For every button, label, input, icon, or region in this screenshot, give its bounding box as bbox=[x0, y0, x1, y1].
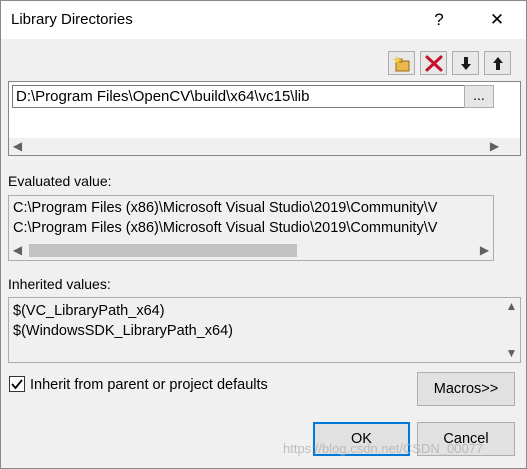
browse-button[interactable]: ... bbox=[464, 85, 494, 108]
checkmark-icon bbox=[11, 379, 23, 390]
move-up-button[interactable] bbox=[484, 51, 511, 75]
move-down-icon bbox=[461, 57, 471, 70]
move-up-icon bbox=[493, 57, 503, 70]
scroll-up-icon[interactable]: ▲ bbox=[503, 298, 520, 315]
macros-button-label: Macros>> bbox=[433, 381, 499, 397]
evaluated-line: C:\Program Files (x86)\Microsoft Visual … bbox=[13, 200, 438, 216]
watermark: https://blog.csdn.net/CSDN_00077 bbox=[283, 441, 484, 456]
scroll-left-icon[interactable]: ◀ bbox=[9, 138, 26, 155]
close-button[interactable]: ✕ bbox=[484, 7, 510, 33]
macros-button[interactable]: Macros>> bbox=[417, 372, 515, 406]
directory-list[interactable]: D:\Program Files\OpenCV\build\x64\vc15\l… bbox=[8, 81, 521, 156]
evaluated-value-box: C:\Program Files (x86)\Microsoft Visual … bbox=[8, 195, 494, 261]
delete-button[interactable] bbox=[420, 51, 447, 75]
scroll-left-icon[interactable]: ◀ bbox=[9, 242, 26, 259]
help-button[interactable]: ? bbox=[426, 7, 452, 33]
title-bar: Library Directories ? ✕ bbox=[1, 1, 526, 39]
evaluated-value-label: Evaluated value: bbox=[8, 173, 112, 189]
inherited-values-box: $(VC_LibraryPath_x64) $(WindowsSDK_Libra… bbox=[8, 297, 521, 363]
new-line-icon bbox=[393, 56, 410, 72]
move-down-button[interactable] bbox=[452, 51, 479, 75]
new-line-button[interactable] bbox=[388, 51, 415, 75]
inherited-values-label: Inherited values: bbox=[8, 276, 111, 292]
inherit-checkbox-label[interactable]: Inherit from parent or project defaults bbox=[30, 377, 268, 393]
delete-icon bbox=[425, 55, 443, 72]
scroll-right-icon[interactable]: ▶ bbox=[486, 138, 503, 155]
inherit-checkbox[interactable] bbox=[9, 376, 25, 392]
window-title: Library Directories bbox=[11, 11, 133, 28]
inherited-line: $(VC_LibraryPath_x64) bbox=[13, 303, 165, 319]
scroll-right-icon[interactable]: ▶ bbox=[476, 242, 493, 259]
scroll-down-icon[interactable]: ▼ bbox=[503, 345, 520, 362]
directory-list-hscrollbar[interactable]: ◀ ▶ bbox=[9, 138, 520, 155]
evaluated-hscrollbar[interactable]: ◀ ▶ bbox=[9, 242, 493, 259]
directory-entry-input[interactable]: D:\Program Files\OpenCV\build\x64\vc15\l… bbox=[12, 85, 465, 108]
library-directories-dialog: Library Directories ? ✕ D:\Program Files… bbox=[0, 0, 527, 469]
inherited-line: $(WindowsSDK_LibraryPath_x64) bbox=[13, 323, 234, 339]
scroll-thumb[interactable] bbox=[29, 244, 297, 257]
evaluated-line: C:\Program Files (x86)\Microsoft Visual … bbox=[13, 220, 438, 236]
inherited-vscrollbar[interactable]: ▲ ▼ bbox=[503, 298, 520, 362]
